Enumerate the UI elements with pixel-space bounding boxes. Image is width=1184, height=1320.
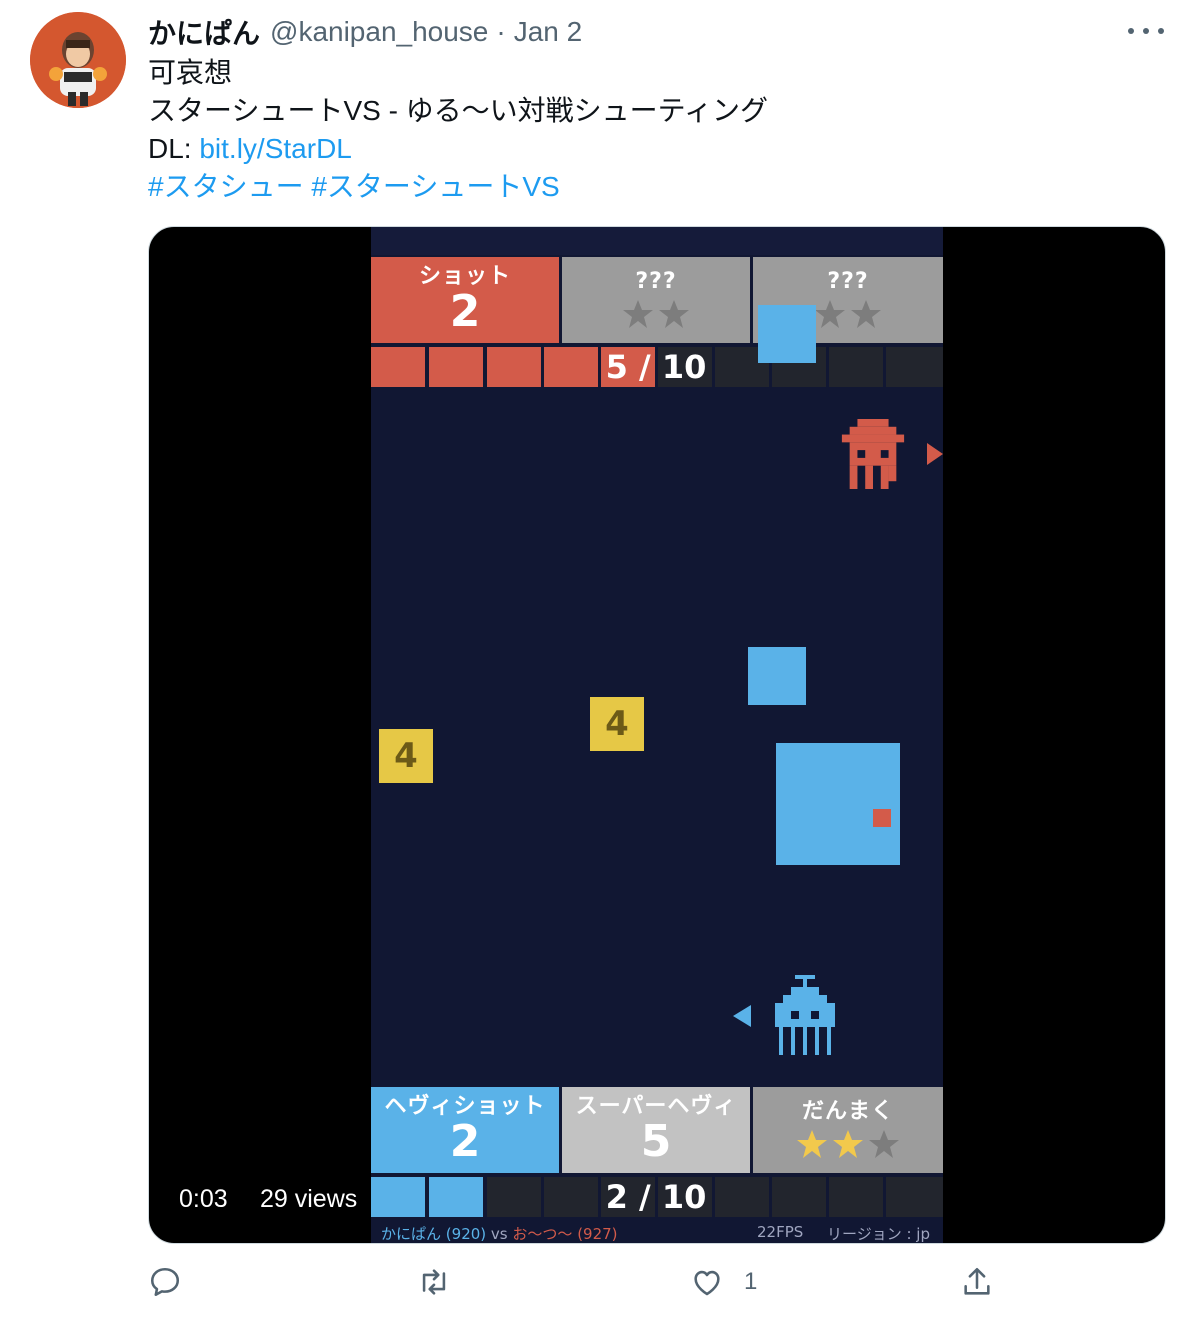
avatar[interactable] — [30, 12, 126, 108]
progress-segment — [487, 347, 541, 387]
heart-icon — [694, 1270, 720, 1296]
hashtag-link[interactable]: #スターシュートVS — [311, 171, 559, 202]
card-label: ??? — [827, 269, 869, 294]
video-time: 0:03 — [179, 1185, 228, 1213]
tweet-header: かにぱん @kanipan_house · Jan 2 — [148, 14, 582, 50]
video-player[interactable]: ショット 2 ??? ??? 5 / 10 4 4 ヘヴィショット 2 スーパー… — [148, 226, 1166, 1244]
match-players: かにぱん (920) vs お〜つ〜 (927) — [381, 1223, 618, 1243]
tweet-date[interactable]: Jan 2 — [514, 16, 583, 48]
progress-segment — [829, 347, 883, 387]
filled-star-icon — [796, 1128, 828, 1160]
player-bullet — [758, 305, 816, 363]
download-link[interactable]: bit.ly/StarDL — [199, 133, 352, 164]
download-line: DL: bit.ly/StarDL — [148, 130, 768, 168]
player1-name: かにぱん — [381, 1225, 442, 1243]
fps-readout: 22FPS — [757, 1223, 804, 1241]
player-bullet — [748, 647, 806, 705]
card-value: 5 — [640, 1116, 672, 1167]
empty-star-icon — [814, 298, 846, 330]
card-label: だんまく — [801, 1099, 894, 1124]
like-button[interactable]: 1 — [690, 1262, 757, 1302]
text-line-1: 可哀想 — [148, 57, 233, 88]
separator-dot: · — [496, 16, 506, 47]
player-weapon-card-barrage: だんまく — [753, 1087, 943, 1173]
star-rating — [796, 1128, 900, 1160]
empty-star-icon — [622, 298, 654, 330]
item-box: 4 — [379, 729, 433, 783]
match-info-bar: かにぱん (920) vs お〜つ〜 (927) 22FPS リージョン : j… — [371, 1223, 943, 1243]
player-weapon-card-super-heavy: スーパーヘヴィ 5 — [562, 1087, 750, 1173]
progress-segment — [544, 347, 598, 387]
enemy-direction-arrow-icon — [927, 443, 943, 465]
progress-segment — [886, 1177, 943, 1217]
player-counter: 2 / 10 — [605, 1178, 707, 1216]
player1-rating: (920) — [445, 1225, 487, 1243]
retweet-button[interactable] — [417, 1262, 451, 1302]
retweet-icon — [422, 1269, 446, 1295]
opponent-counter: 5 / 10 — [605, 348, 707, 386]
share-icon — [964, 1267, 990, 1295]
hashtag-link[interactable]: #スタシュー — [148, 171, 304, 202]
video-views: 29 views — [260, 1185, 358, 1213]
avatar-illustration — [30, 12, 126, 108]
download-prefix: DL: — [148, 133, 200, 164]
opponent-weapon-card-shot: ショット 2 — [371, 257, 559, 343]
player-weapon-card-heavy-shot: ヘヴィショット 2 — [371, 1087, 559, 1173]
star-rating — [622, 298, 690, 330]
progress-segment — [772, 1177, 826, 1217]
card-value: 2 — [449, 286, 481, 337]
card-label: ??? — [635, 269, 677, 294]
more-options-icon[interactable] — [1128, 18, 1164, 44]
reply-icon — [150, 1267, 180, 1297]
empty-star-icon — [658, 298, 690, 330]
empty-star-icon — [850, 298, 882, 330]
player2-rating: (927) — [577, 1225, 618, 1243]
progress-segment — [886, 347, 943, 387]
star-rating — [814, 298, 882, 330]
heavy-bullet — [776, 743, 900, 865]
opponent-weapon-card-locked: ??? — [562, 257, 750, 343]
player-squid-icon — [775, 975, 835, 1055]
progress-segment — [829, 1177, 883, 1217]
card-value: 2 — [449, 1116, 481, 1167]
progress-segment — [429, 1177, 483, 1217]
top-strip — [371, 227, 943, 255]
tweet-text: 可哀想 スターシュートVS - ゆる〜い対戦シューティング DL: bit.ly… — [148, 54, 768, 206]
progress-segment — [487, 1177, 541, 1217]
like-count: 1 — [744, 1268, 758, 1295]
progress-segment — [429, 347, 483, 387]
enemy-bullet — [873, 809, 891, 827]
share-button[interactable] — [960, 1262, 994, 1302]
progress-segment — [371, 1177, 425, 1217]
vs-label: vs — [490, 1225, 508, 1243]
display-name[interactable]: かにぱん — [148, 12, 260, 52]
text-line-2: スターシュートVS - ゆる〜い対戦シューティング — [148, 95, 768, 126]
reply-button[interactable] — [148, 1262, 182, 1302]
progress-segment — [544, 1177, 598, 1217]
player2-name: お〜つ〜 — [512, 1225, 573, 1243]
progress-segment — [715, 1177, 769, 1217]
enemy-squid-icon — [841, 419, 905, 489]
progress-segment — [371, 347, 425, 387]
user-handle[interactable]: @kanipan_house — [270, 16, 488, 48]
hashtag-line: #スタシュー #スターシュートVS — [148, 168, 768, 206]
region-readout: リージョン : jp — [827, 1225, 930, 1243]
item-box: 4 — [590, 697, 644, 751]
player-direction-arrow-icon — [733, 1005, 751, 1027]
game-screen: ショット 2 ??? ??? 5 / 10 4 4 ヘヴィショット 2 スーパー… — [371, 227, 943, 1243]
filled-star-icon — [832, 1128, 864, 1160]
empty-star-icon — [868, 1128, 900, 1160]
